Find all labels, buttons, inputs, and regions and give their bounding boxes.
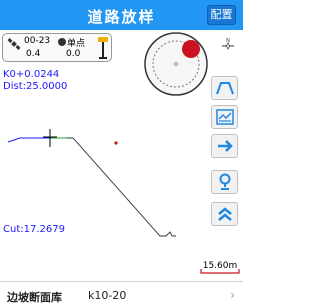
chevron-right-icon: › bbox=[230, 288, 235, 302]
slope-library-bar[interactable]: 边坡断面库 k10-20 › bbox=[0, 281, 243, 308]
age-value: 0.0 bbox=[66, 49, 81, 59]
title-bar: 道路放样 配置 bbox=[0, 0, 243, 30]
double-chevron-up-icon bbox=[217, 207, 232, 221]
mode-label: 单点 bbox=[67, 39, 86, 49]
cross-section-button[interactable] bbox=[211, 76, 238, 100]
satellites-used: 00-23 bbox=[24, 36, 51, 46]
cross-section-canvas[interactable] bbox=[0, 100, 210, 270]
next-point-button[interactable] bbox=[211, 134, 238, 158]
location-pin-icon bbox=[219, 173, 230, 190]
library-value: k10-20 bbox=[88, 289, 127, 302]
distance-value: Dist:25.0000 bbox=[3, 81, 68, 92]
chart-button[interactable] bbox=[211, 105, 238, 129]
expand-button[interactable] bbox=[211, 202, 238, 226]
cut-value: Cut:17.2679 bbox=[3, 224, 65, 235]
target-point bbox=[114, 141, 118, 145]
chart-icon bbox=[215, 109, 234, 125]
station-value: K0+0.0244 bbox=[3, 69, 60, 80]
hdop-value: 0.4 bbox=[26, 49, 41, 59]
station-readout: K0+0.0244 Dist:25.0000 bbox=[3, 69, 67, 93]
target-compass bbox=[144, 32, 208, 96]
scale-bar: 15.60m bbox=[199, 261, 241, 275]
config-button[interactable]: 配置 bbox=[207, 5, 236, 25]
left-profile-line bbox=[7, 137, 50, 143]
arrow-right-icon bbox=[217, 140, 233, 152]
locate-button[interactable] bbox=[211, 170, 238, 194]
mode-dot bbox=[58, 38, 66, 46]
gnss-status-panel[interactable]: 00-23 0.4 单点 0.0 bbox=[2, 33, 112, 62]
survey-pole-icon bbox=[98, 37, 108, 59]
north-compass-icon: N bbox=[222, 38, 234, 50]
satellite-icon bbox=[7, 38, 21, 50]
cross-section-icon bbox=[215, 82, 234, 95]
slope-profile-line bbox=[67, 137, 176, 237]
library-label: 边坡断面库 bbox=[7, 291, 62, 304]
